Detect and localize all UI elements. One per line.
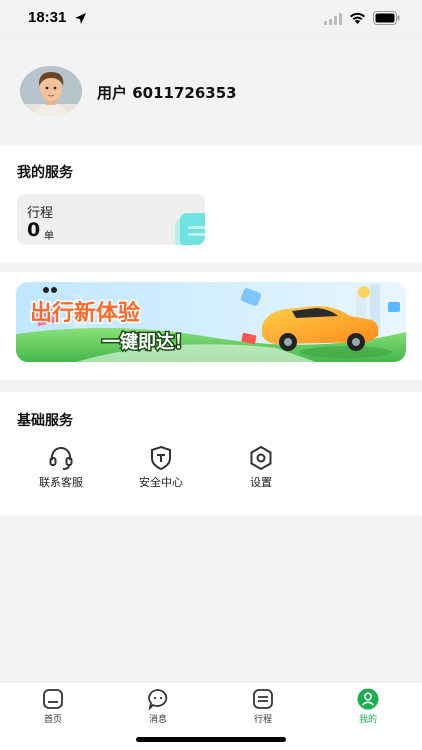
cellular-signal-icon (324, 13, 342, 25)
basic-services-card: 基础服务 联系客服 安全中心 设置 (0, 392, 422, 515)
status-time: 18:31 (28, 9, 67, 26)
tab-profile-label: 我的 (358, 715, 377, 725)
settings-icon (250, 445, 272, 471)
avatar[interactable] (20, 66, 82, 116)
my-services-card: 我的服务 行程 0 单 (0, 145, 422, 263)
headset-icon (49, 447, 73, 470)
tab-home[interactable]: 首页 (23, 686, 83, 726)
safety-center-label: 安全中心 (139, 476, 183, 489)
tab-home-label: 首页 (43, 715, 62, 725)
avatar-illustration (20, 66, 82, 116)
customer-service-label: 联系客服 (39, 476, 83, 489)
wifi-icon (350, 12, 365, 24)
my-services-title: 我的服务 (17, 165, 73, 181)
basic-services-title: 基础服务 (17, 413, 73, 429)
banner-headline: 出行新体验 (30, 300, 140, 325)
tab-profile[interactable]: 我的 (338, 686, 398, 726)
home-indicator (136, 737, 286, 742)
tab-messages-label: 消息 (148, 715, 167, 725)
shield-icon (151, 445, 171, 471)
banner-subline: 一键即达！ (102, 331, 192, 352)
location-arrow-icon (75, 13, 86, 24)
settings-label: 设置 (250, 476, 272, 489)
trip-list-icon (253, 689, 273, 709)
profile-header[interactable]: 用户 6011726353 (0, 40, 422, 145)
promo-banner[interactable]: 出行新体验 一键即达！ (16, 282, 406, 362)
settings-item[interactable]: 设置 (221, 445, 301, 491)
trip-unit: 单 (44, 231, 54, 242)
trip-count: 0 (27, 219, 41, 241)
safety-center-item[interactable]: 安全中心 (121, 445, 201, 491)
battery-icon (373, 11, 400, 25)
tab-trips-label: 行程 (253, 715, 272, 725)
promo-banner-card: 出行新体验 一键即达！ (0, 272, 422, 380)
username: 用户 6011726353 (97, 84, 237, 102)
status-bar: 18:31 (0, 0, 422, 40)
trip-document-icon (175, 213, 205, 245)
trip-summary-tile[interactable]: 行程 0 单 (17, 194, 205, 245)
customer-service-item[interactable]: 联系客服 (21, 445, 101, 491)
home-icon (43, 689, 63, 709)
promo-banner-art: 出行新体验 一键即达！ (16, 282, 406, 362)
message-icon (148, 689, 168, 710)
profile-icon (357, 688, 379, 710)
tab-messages[interactable]: 消息 (128, 686, 188, 726)
tab-trips[interactable]: 行程 (233, 686, 293, 726)
